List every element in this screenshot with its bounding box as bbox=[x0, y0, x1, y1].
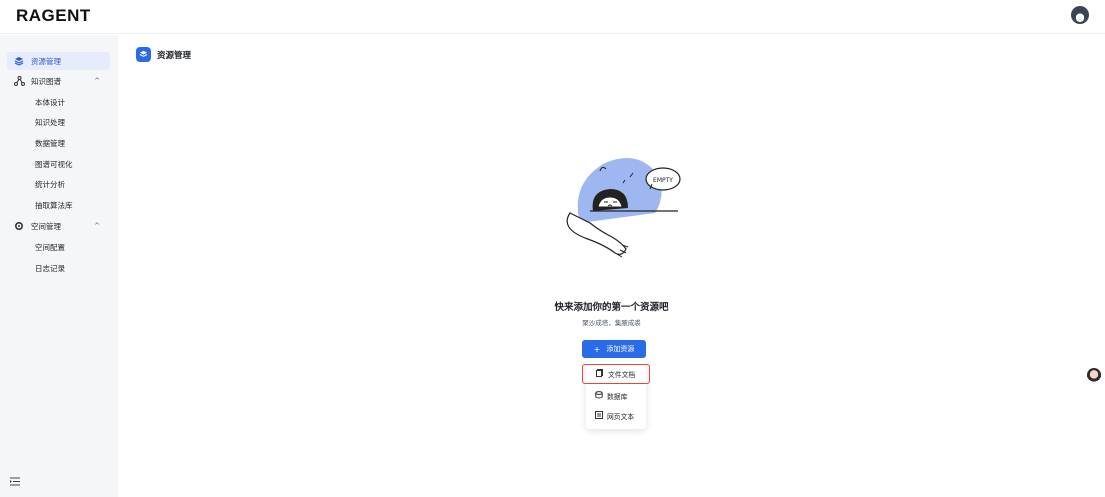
sidebar-item-label: 知识图谱 bbox=[31, 76, 61, 86]
add-resource-button[interactable]: + 添加资源 bbox=[582, 340, 646, 358]
layers-icon bbox=[136, 47, 151, 62]
sidebar-subitem-knowledge-processing[interactable]: 知识处理 bbox=[35, 114, 65, 130]
document-icon bbox=[596, 369, 604, 379]
assistant-avatar-icon[interactable] bbox=[1087, 368, 1101, 384]
database-icon bbox=[595, 391, 603, 401]
web-text-icon bbox=[595, 411, 603, 421]
sidebar: 资源管理 知识图谱 ^ 本体设计 知识处理 数据管理 图谱可视化 统计分析 抽取… bbox=[0, 35, 118, 497]
menu-item-database[interactable]: 数据库 bbox=[586, 386, 646, 406]
page-header: 资源管理 bbox=[136, 47, 191, 62]
add-resource-label: 添加资源 bbox=[606, 345, 635, 353]
empty-state-subtitle: 聚沙成塔，集腋成裘 bbox=[582, 319, 641, 327]
chevron-up-icon[interactable]: ^ bbox=[94, 222, 100, 230]
menu-item-label: 网页文本 bbox=[607, 413, 635, 421]
main-content: 资源管理 EMPTY 快来添加你的第一个资源吧 聚沙成塔，集腋成裘 + 添加资源 bbox=[118, 35, 1105, 497]
sidebar-item-space-management[interactable]: 空间管理 ^ bbox=[7, 217, 110, 235]
sidebar-subitem-ontology-design[interactable]: 本体设计 bbox=[35, 94, 65, 110]
add-resource-menu: 文件文档 数据库 网页文本 bbox=[582, 361, 650, 429]
page-title: 资源管理 bbox=[157, 50, 192, 61]
menu-item-web-text[interactable]: 网页文本 bbox=[586, 406, 646, 426]
menu-item-file-document[interactable]: 文件文档 bbox=[582, 364, 650, 384]
menu-item-label: 数据库 bbox=[607, 393, 628, 401]
gear-icon bbox=[12, 219, 26, 233]
sidebar-item-resource-management[interactable]: 资源管理 bbox=[7, 52, 110, 70]
sidebar-item-label: 资源管理 bbox=[31, 56, 61, 66]
sidebar-item-knowledge-graph[interactable]: 知识图谱 ^ bbox=[7, 72, 110, 90]
sidebar-subitem-space-config[interactable]: 空间配置 bbox=[35, 239, 65, 255]
sidebar-subitem-graph-visualization[interactable]: 图谱可视化 bbox=[35, 156, 73, 172]
layers-icon bbox=[12, 54, 26, 68]
chevron-up-icon[interactable]: ^ bbox=[94, 77, 100, 85]
sidebar-subitem-statistics[interactable]: 统计分析 bbox=[35, 176, 65, 192]
top-bar: RAGENT bbox=[0, 0, 1105, 34]
sidebar-subitem-logs[interactable]: 日志记录 bbox=[35, 260, 65, 276]
menu-collapse-icon[interactable] bbox=[10, 477, 22, 489]
sidebar-item-label: 空间管理 bbox=[31, 221, 61, 231]
user-avatar-icon[interactable] bbox=[1071, 6, 1089, 24]
empty-bubble-text: EMPTY bbox=[653, 177, 673, 184]
graph-nodes-icon bbox=[12, 74, 26, 88]
empty-state-illustration: EMPTY bbox=[560, 153, 700, 263]
empty-state-title: 快来添加你的第一个资源吧 bbox=[554, 302, 669, 313]
app-logo[interactable]: RAGENT bbox=[16, 6, 91, 26]
menu-item-label: 文件文档 bbox=[608, 371, 636, 379]
sidebar-subitem-data-management[interactable]: 数据管理 bbox=[35, 135, 65, 151]
sidebar-subitem-extraction-algorithms[interactable]: 抽取算法库 bbox=[35, 197, 73, 213]
plus-icon: + bbox=[593, 344, 601, 354]
